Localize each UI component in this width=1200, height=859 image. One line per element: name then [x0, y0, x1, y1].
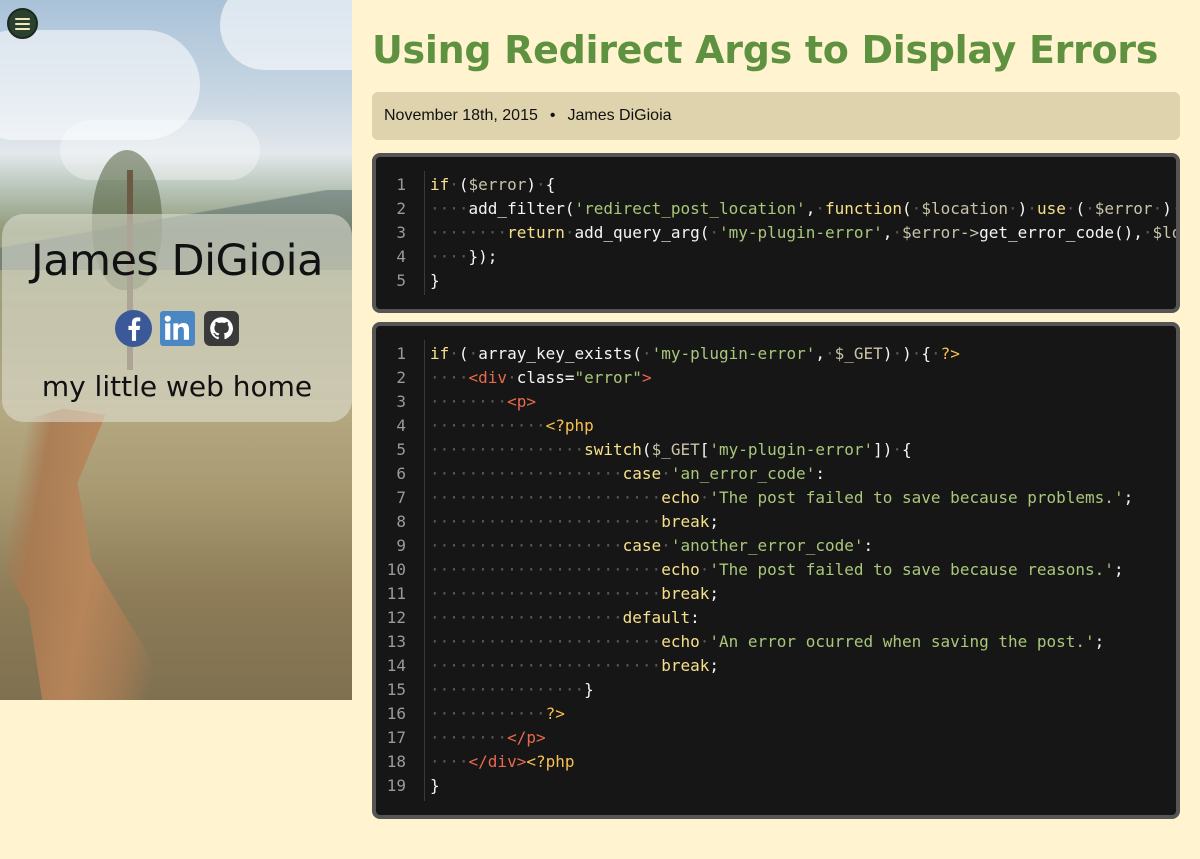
code-text: if·(·array_key_exists(·'my-plugin-error'…: [430, 344, 960, 363]
line-number: 3: [396, 392, 406, 411]
code-text: }: [430, 271, 440, 290]
code-line: 2 ····add_filter('redirect_post_location'…: [376, 197, 1176, 221]
sidebar: James DiGioia my little web home: [0, 0, 352, 700]
code-line: 11 ························break;: [376, 582, 1176, 606]
line-number: 1: [396, 344, 406, 363]
code-lines: 1 if·(·array_key_exists(·'my-plugin-error…: [376, 342, 1176, 798]
code-text: ························echo·'An error o…: [430, 632, 1105, 651]
code-line: 2 ····<div·class="error">: [376, 366, 1176, 390]
post-title: Using Redirect Args to Display Errors: [372, 28, 1159, 72]
code-text: ················}: [430, 680, 594, 699]
menu-icon: [15, 27, 30, 30]
code-line: 15 ················}: [376, 678, 1176, 702]
post-date: November 18th, 2015: [384, 107, 538, 124]
profile-card: James DiGioia my little web home: [2, 214, 352, 422]
post-meta-bar: November 18th, 2015 • James DiGioia: [372, 92, 1180, 140]
code-line: 3 ········<p>: [376, 390, 1176, 414]
code-text: ····················case·'another_error_…: [430, 536, 874, 555]
line-number: 1: [396, 175, 406, 194]
line-number: 7: [396, 488, 406, 507]
line-number: 16: [386, 704, 406, 723]
line-number: 5: [396, 440, 406, 459]
linkedin-icon: [159, 311, 195, 346]
post-author[interactable]: James DiGioia: [567, 107, 671, 125]
line-number: 4: [396, 416, 406, 435]
line-number: 13: [386, 632, 406, 651]
code-line: 18 ····</div><?php: [376, 750, 1176, 774]
code-line: 4 ············<?php: [376, 414, 1176, 438]
code-line: 1 if·(·array_key_exists(·'my-plugin-error…: [376, 342, 1176, 366]
facebook-icon: [114, 310, 152, 347]
code-line: 13 ························echo·'An error…: [376, 630, 1176, 654]
line-number: 17: [386, 728, 406, 747]
site-tagline: my little web home: [41, 370, 313, 403]
code-text: ················switch($_GET['my-plugin-…: [430, 440, 912, 459]
line-number: 12: [386, 608, 406, 627]
github-link[interactable]: [203, 310, 240, 347]
code-text: ····················case·'an_error_code'…: [430, 464, 825, 483]
menu-icon: [15, 22, 30, 25]
code-text: ························echo·'The post f…: [430, 560, 1124, 579]
code-line: 16 ············?>: [376, 702, 1176, 726]
code-text: ············<?php: [430, 416, 594, 435]
code-line: 6 ····················case·'an_error_code…: [376, 462, 1176, 486]
code-line: 14 ························break;: [376, 654, 1176, 678]
code-text: ····<div·class="error">: [430, 368, 652, 387]
line-number: 11: [386, 584, 406, 603]
code-text: ························break;: [430, 512, 719, 531]
meta-separator: •: [549, 107, 556, 124]
code-line: 5}: [376, 269, 1176, 293]
code-text: ····</div><?php: [430, 752, 575, 771]
code-line: 5 ················switch($_GET['my-plugin…: [376, 438, 1176, 462]
code-text: ········return·add_query_arg(·'my-plugin…: [430, 223, 1176, 242]
line-number: 9: [396, 536, 406, 555]
code-text: }: [430, 776, 440, 795]
line-number: 2: [396, 368, 406, 387]
code-text: ········<p>: [430, 392, 536, 411]
background-cloud: [60, 120, 260, 180]
background-cloud: [220, 0, 352, 70]
code-line: 1 if·($error)·{: [376, 173, 1176, 197]
code-line: 4 ····});: [376, 245, 1176, 269]
line-number: 18: [386, 752, 406, 771]
code-line: 7 ························echo·'The post …: [376, 486, 1176, 510]
line-number: 19: [386, 776, 406, 795]
line-number: 10: [386, 560, 406, 579]
code-text: ························echo·'The post f…: [430, 488, 1134, 507]
line-number: 8: [396, 512, 406, 531]
code-text: ····add_filter('redirect_post_location',…: [430, 199, 1176, 218]
line-number: 6: [396, 464, 406, 483]
background-dirt-path: [0, 408, 176, 700]
facebook-link[interactable]: [114, 310, 152, 347]
code-line: 3 ········return·add_query_arg(·'my-plugi…: [376, 221, 1176, 245]
code-text: ········</p>: [430, 728, 546, 747]
code-text: ························break;: [430, 656, 719, 675]
code-text: ····});: [430, 247, 498, 266]
github-icon: [203, 311, 239, 346]
social-links: [2, 310, 352, 347]
linkedin-link[interactable]: [159, 310, 196, 347]
code-lines: 1 if·($error)·{ 2 ····add_filter('redirect_…: [376, 173, 1176, 293]
line-number: 2: [396, 199, 406, 218]
code-line: 8 ························break;: [376, 510, 1176, 534]
code-line: 10 ························echo·'The post…: [376, 558, 1176, 582]
line-number: 5: [396, 271, 406, 290]
code-block: 1 if·(·array_key_exists(·'my-plugin-error…: [372, 322, 1180, 819]
code-text: ························break;: [430, 584, 719, 603]
line-number: 14: [386, 656, 406, 675]
code-line: 12 ····················default:: [376, 606, 1176, 630]
code-line: 9 ····················case·'another_error…: [376, 534, 1176, 558]
line-number: 4: [396, 247, 406, 266]
code-block: 1 if·($error)·{ 2 ····add_filter('redirect_…: [372, 153, 1180, 313]
code-text: ····················default:: [430, 608, 700, 627]
code-line: 19}: [376, 774, 1176, 798]
code-line: 17 ········</p>: [376, 726, 1176, 750]
code-text: ············?>: [430, 704, 565, 723]
code-text: if·($error)·{: [430, 175, 556, 194]
menu-button[interactable]: [7, 8, 38, 39]
menu-icon: [15, 17, 30, 20]
line-number: 3: [396, 223, 406, 242]
line-number: 15: [386, 680, 406, 699]
site-author-name[interactable]: James DiGioia: [2, 236, 352, 286]
